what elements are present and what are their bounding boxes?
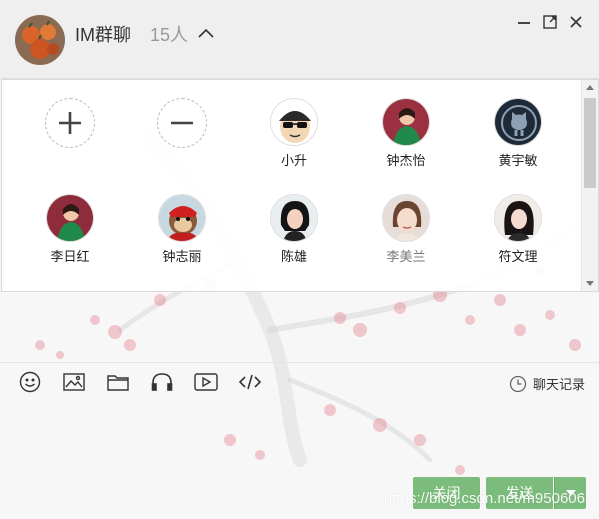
chat-history-button[interactable]: 聊天记录 (509, 374, 585, 393)
member-name: 钟志丽 (162, 249, 202, 264)
avatar[interactable] (382, 98, 430, 146)
member-grid: 小升 钟杰怡 黄宇敏 李日红 钟志丽 陈雄 李美兰 符文理 (14, 98, 574, 290)
minus-icon[interactable] (157, 98, 207, 148)
avatar[interactable] (270, 194, 318, 242)
member-item[interactable]: 李日红 (14, 194, 126, 290)
member-name: 李美兰 (386, 249, 426, 264)
member-item[interactable]: 李美兰 (350, 194, 462, 290)
member-name: 陈雄 (280, 249, 307, 264)
avatar[interactable] (494, 98, 542, 146)
plus-icon[interactable] (45, 98, 95, 148)
collapse-chevron-icon[interactable] (196, 26, 216, 40)
scroll-thumb[interactable] (584, 98, 596, 188)
avatar[interactable] (494, 194, 542, 242)
window-header: IM群聊 15人 (0, 0, 599, 79)
chat-title: IM群聊 (75, 25, 131, 45)
member-name: 黄宇敏 (498, 153, 538, 168)
scroll-down-icon[interactable] (586, 281, 594, 286)
emoji-icon[interactable] (18, 371, 42, 393)
add-member-button[interactable] (14, 98, 126, 194)
folder-icon[interactable] (106, 371, 130, 393)
watermark: https://blog.csdn.net/m950606 (384, 490, 585, 507)
input-toolbar: 聊天记录 (0, 362, 599, 401)
member-name: 符文理 (498, 249, 538, 264)
member-item[interactable]: 符文理 (462, 194, 574, 290)
close-icon[interactable] (567, 13, 585, 31)
member-name: 小升 (280, 153, 307, 168)
group-avatar[interactable] (15, 15, 65, 65)
member-name: 钟杰怡 (386, 153, 426, 168)
member-item[interactable]: 黄宇敏 (462, 98, 574, 194)
avatar[interactable] (382, 194, 430, 242)
avatar[interactable] (46, 194, 94, 242)
member-item[interactable]: 钟杰怡 (350, 98, 462, 194)
member-name: 李日红 (50, 249, 90, 264)
maximize-icon[interactable] (541, 13, 559, 31)
chat-history-label: 聊天记录 (532, 377, 585, 392)
minimize-icon[interactable] (515, 13, 533, 31)
avatar[interactable] (270, 98, 318, 146)
member-panel: 小升 钟杰怡 黄宇敏 李日红 钟志丽 陈雄 李美兰 符文理 (1, 79, 599, 292)
member-item[interactable]: 钟志丽 (126, 194, 238, 290)
member-count: 15人 (150, 25, 189, 45)
clock-icon (509, 375, 527, 392)
headphones-icon[interactable] (150, 371, 174, 393)
code-icon[interactable] (238, 371, 262, 393)
image-icon[interactable] (62, 371, 86, 393)
video-icon[interactable] (194, 371, 218, 393)
member-scrollbar[interactable] (581, 80, 598, 291)
member-item[interactable]: 小升 (238, 98, 350, 194)
scroll-up-icon[interactable] (586, 85, 594, 90)
remove-member-button[interactable] (126, 98, 238, 194)
avatar[interactable] (158, 194, 206, 242)
member-item[interactable]: 陈雄 (238, 194, 350, 290)
